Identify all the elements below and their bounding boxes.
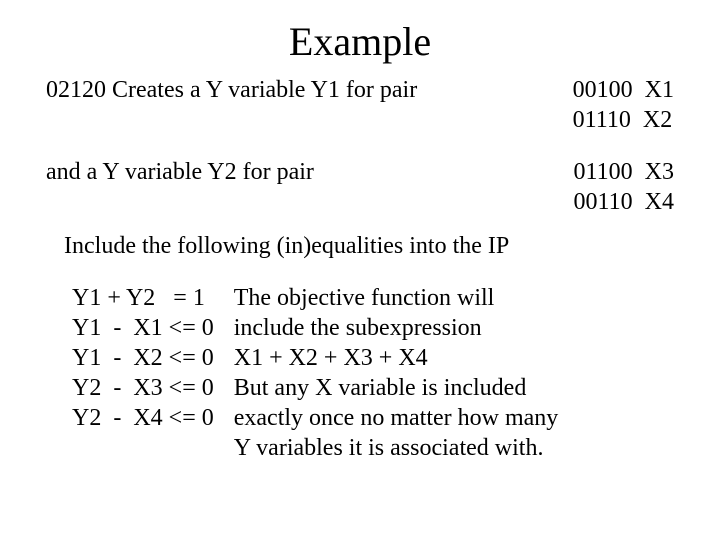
- obj-line-5: exactly once no matter how many: [234, 403, 670, 433]
- include-text: Include the following (in)equalities int…: [46, 217, 674, 261]
- creates-y1-text: 02120 Creates a Y variable Y1 for pair: [46, 75, 417, 135]
- pair1-line-a: 00100 X1: [573, 77, 674, 103]
- pair1-values: 00100 X1 01110 X2: [573, 75, 674, 135]
- pair2-line-b: 00110 X4: [574, 189, 674, 215]
- pair2-line-a: 01100 X3: [574, 159, 674, 185]
- slide-body: 02120 Creates a Y variable Y1 for pair 0…: [0, 75, 720, 463]
- obj-line-1: The objective function will: [234, 283, 670, 313]
- inequalities-list: Y1 + Y2 = 1 Y1 - X1 <= 0 Y1 - X2 <= 0 Y2…: [46, 283, 234, 463]
- objective-text: The objective function will include the …: [234, 283, 674, 463]
- eq-1: Y1 + Y2 = 1: [72, 285, 205, 311]
- obj-line-2: include the subexpression: [234, 313, 670, 343]
- creates-y2-text: and a Y variable Y2 for pair: [46, 157, 314, 217]
- pair-block-2: and a Y variable Y2 for pair 01100 X3 00…: [46, 157, 674, 217]
- pair1-line-b: 01110 X2: [573, 107, 673, 133]
- obj-line-6: Y variables it is associated with.: [234, 433, 670, 463]
- obj-line-3: X1 + X2 + X3 + X4: [234, 343, 670, 373]
- slide: Example 02120 Creates a Y variable Y1 fo…: [0, 0, 720, 540]
- eq-5: Y2 - X4 <= 0: [72, 405, 214, 431]
- obj-line-4: But any X variable is included: [234, 373, 670, 403]
- pair2-values: 01100 X3 00110 X4: [574, 157, 674, 217]
- pair-block-1: 02120 Creates a Y variable Y1 for pair 0…: [46, 75, 674, 135]
- eq-2: Y1 - X1 <= 0: [72, 315, 214, 341]
- spacer: [46, 135, 674, 157]
- slide-title: Example: [0, 0, 720, 75]
- lower-section: Y1 + Y2 = 1 Y1 - X1 <= 0 Y1 - X2 <= 0 Y2…: [46, 261, 674, 463]
- eq-4: Y2 - X3 <= 0: [72, 375, 214, 401]
- eq-3: Y1 - X2 <= 0: [72, 345, 214, 371]
